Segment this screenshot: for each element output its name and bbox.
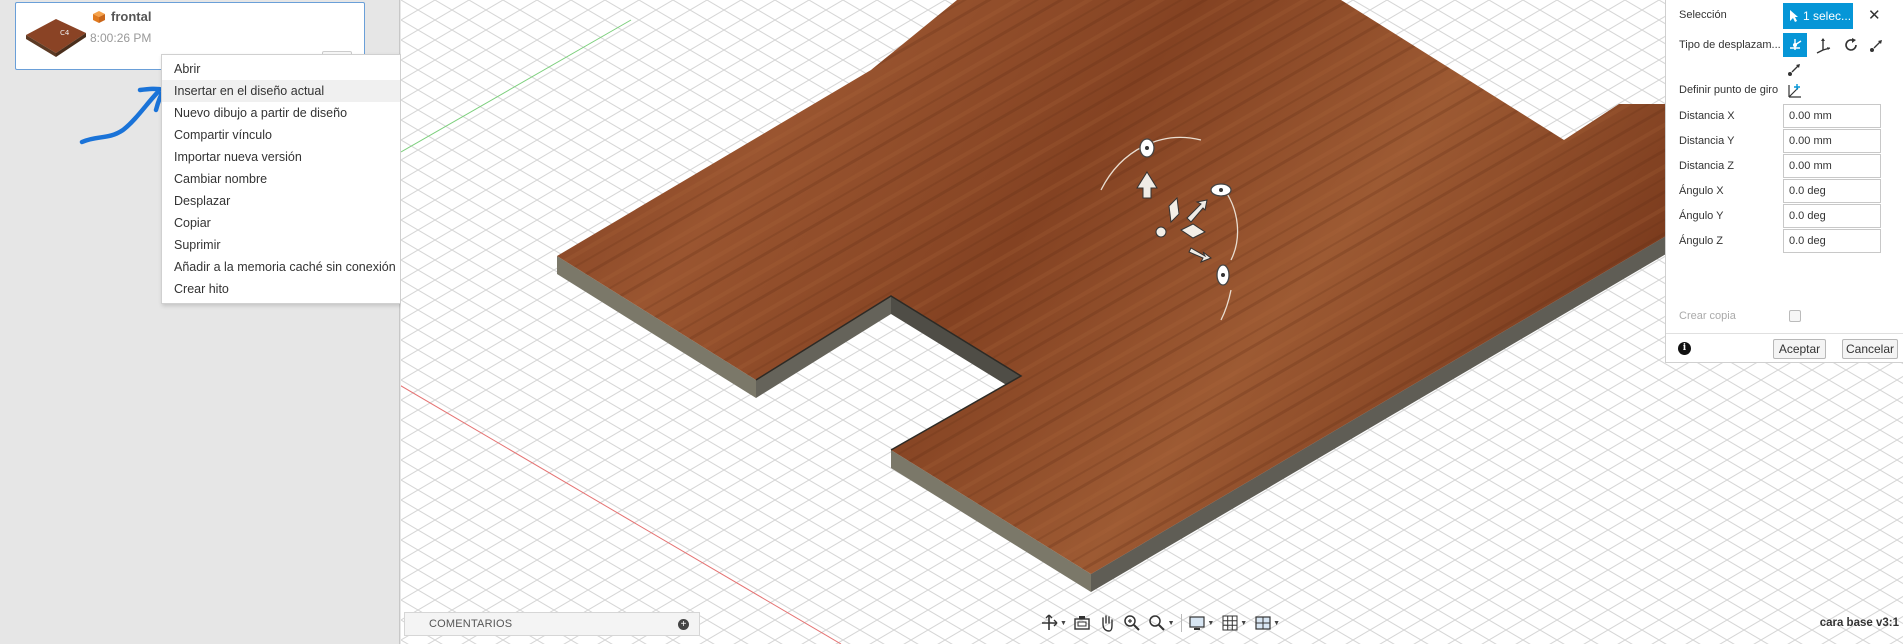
angle-y-label: Ángulo Y	[1679, 210, 1724, 222]
context-menu-item[interactable]: Compartir vínculo	[162, 124, 400, 146]
document-version-label: cara base v3:1	[1819, 617, 1899, 629]
grid-icon[interactable]	[1220, 612, 1239, 634]
set-pivot-icon[interactable]	[1783, 79, 1807, 103]
info-icon[interactable]: i	[1678, 342, 1691, 355]
angle-z-input[interactable]: 0.0 deg	[1783, 229, 1881, 253]
display-mode-icon[interactable]	[1187, 612, 1206, 634]
svg-text:C4: C4	[60, 29, 70, 37]
distance-y-input[interactable]: 0.00 mm	[1783, 129, 1881, 153]
point-to-position-icon[interactable]	[1783, 57, 1807, 81]
toolbar-separator	[1180, 614, 1182, 632]
ok-button[interactable]: Aceptar	[1773, 339, 1826, 359]
context-menu-item[interactable]: Suprimir	[162, 234, 400, 256]
distance-y-label: Distancia Y	[1679, 135, 1735, 147]
orbit-icon[interactable]	[1040, 612, 1059, 634]
pivot-label: Definir punto de giro	[1679, 84, 1779, 96]
create-copy-label: Crear copia	[1679, 310, 1736, 322]
angle-x-label: Ángulo X	[1679, 185, 1724, 197]
file-thumbnail: C4	[26, 19, 86, 57]
context-menu-item[interactable]: Copiar	[162, 212, 400, 234]
context-menu-item[interactable]: Abrir	[162, 58, 400, 80]
move-dialog: Selección 1 selec... ✕ Tipo de desplazam…	[1665, 0, 1903, 363]
chevron-down-icon[interactable]: ▼	[1240, 620, 1247, 627]
clear-selection-icon[interactable]: ✕	[1868, 6, 1881, 24]
selection-value: 1 selec...	[1803, 9, 1852, 23]
context-menu-item[interactable]: Importar nueva versión	[162, 146, 400, 168]
context-menu: Abrir Insertar en el diseño actual Nuevo d…	[161, 54, 401, 304]
context-menu-item[interactable]: Cambiar nombre	[162, 168, 400, 190]
angle-x-input[interactable]: 0.0 deg	[1783, 179, 1881, 203]
chevron-down-icon[interactable]: ▼	[1060, 620, 1067, 627]
comments-label: COMENTARIOS	[429, 618, 513, 630]
file-timestamp: 8:00:26 PM	[90, 31, 152, 45]
dialog-footer: i Aceptar Cancelar	[1666, 333, 1903, 363]
look-at-icon[interactable]	[1073, 612, 1092, 634]
point-to-point-icon[interactable]	[1865, 33, 1889, 57]
zoom-icon[interactable]	[1123, 612, 1142, 634]
chevron-down-icon[interactable]: ▼	[1207, 620, 1214, 627]
file-name: frontal	[111, 9, 152, 24]
navigation-toolbar: ▼ ▼ ▼ ▼ ▼	[1040, 610, 1280, 636]
chevron-down-icon[interactable]: ▼	[1168, 620, 1175, 627]
fit-zoom-icon[interactable]	[1148, 612, 1167, 634]
selection-label: Selección	[1679, 9, 1727, 21]
cancel-button[interactable]: Cancelar	[1842, 339, 1898, 359]
plus-circle-icon[interactable]: +	[678, 619, 689, 630]
angle-y-input[interactable]: 0.0 deg	[1783, 204, 1881, 228]
distance-x-input[interactable]: 0.00 mm	[1783, 104, 1881, 128]
context-menu-item[interactable]: Insertar en el diseño actual	[162, 80, 400, 102]
move-type-label: Tipo de desplazam...	[1679, 39, 1781, 51]
distance-z-input[interactable]: 0.00 mm	[1783, 154, 1881, 178]
chevron-down-icon[interactable]: ▼	[1273, 620, 1280, 627]
angle-z-label: Ángulo Z	[1679, 235, 1724, 247]
pen-annotation-arrow	[79, 86, 167, 145]
selection-button[interactable]: 1 selec...	[1783, 3, 1853, 29]
free-move-icon[interactable]	[1783, 33, 1807, 57]
context-menu-item[interactable]: Desplazar	[162, 190, 400, 212]
pan-hand-icon[interactable]	[1098, 612, 1117, 634]
data-panel: C4 frontal 8:00:26 PM Abrir Insertar en e…	[0, 0, 401, 644]
context-menu-item[interactable]: Crear hito	[162, 278, 400, 300]
rotate-only-icon[interactable]	[1839, 33, 1863, 57]
viewports-icon[interactable]	[1253, 612, 1272, 634]
create-copy-checkbox[interactable]	[1789, 310, 1801, 322]
distance-x-label: Distancia X	[1679, 110, 1735, 122]
comments-bar[interactable]: COMENTARIOS +	[404, 612, 700, 636]
context-menu-item[interactable]: Añadir a la memoria caché sin conexión	[162, 256, 400, 278]
distance-z-label: Distancia Z	[1679, 160, 1735, 172]
context-menu-item[interactable]: Nuevo dibujo a partir de diseño	[162, 102, 400, 124]
translate-only-icon[interactable]	[1811, 33, 1835, 57]
cursor-arrow-icon	[1790, 10, 1798, 22]
design-cube-icon	[93, 11, 105, 23]
